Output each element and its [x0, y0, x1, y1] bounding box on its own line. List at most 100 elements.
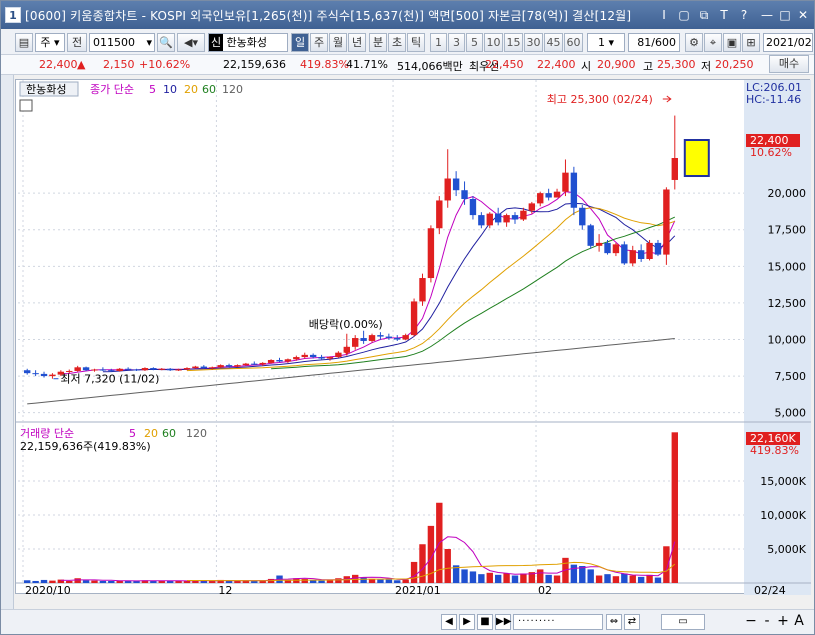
left-tool-strip[interactable]: [1, 75, 14, 620]
candle-body: [82, 367, 90, 371]
volume-bar: [520, 573, 527, 583]
help-icon[interactable]: ?: [736, 7, 752, 23]
volume-bar: [486, 572, 493, 583]
zoom-out-icon[interactable]: −: [743, 614, 759, 630]
interval-60[interactable]: 60: [564, 33, 583, 52]
volume-bar: [637, 576, 645, 583]
volume-bar: [40, 579, 48, 583]
interval-3[interactable]: 3: [448, 33, 465, 52]
period-week[interactable]: 주: [310, 33, 328, 52]
page-counter[interactable]: 81/600: [628, 33, 680, 52]
price-tick-label: 7,500: [775, 370, 807, 383]
date-input[interactable]: 2021/02/: [763, 33, 813, 52]
scroll-bar[interactable]: ▭: [661, 614, 705, 630]
best-ask: 22,450: [485, 58, 524, 71]
interval-15[interactable]: 15: [504, 33, 523, 52]
volume-bar: [646, 574, 653, 583]
chart-settings-icon[interactable]: ⚙: [685, 33, 703, 52]
minus-icon[interactable]: -: [759, 614, 775, 630]
stop-icon[interactable]: ■: [477, 614, 493, 630]
candle-body: [520, 210, 527, 220]
volume-bar: [595, 575, 603, 583]
zoom-fit-icon[interactable]: ⇔: [606, 614, 622, 630]
next-page-icon[interactable]: ▶▶: [495, 614, 511, 630]
chart-canvas[interactable]: 20,000 17,500 15,000 12,500 10,000 7,500 5,000…: [16, 80, 811, 595]
title-bar[interactable]: 1 [0600] 키움종합차트 - KOSPI 외국인보유[1,265(천)] …: [1, 1, 814, 29]
interval-10[interactable]: 10: [484, 33, 503, 52]
candle-body: [360, 338, 367, 341]
interval-5[interactable]: 5: [466, 33, 483, 52]
volume-ma-legend-5: 5: [129, 427, 136, 440]
period-minute[interactable]: 분: [369, 33, 387, 52]
close-icon[interactable]: ✕: [795, 7, 811, 23]
prev-page-icon[interactable]: ◀: [441, 614, 457, 630]
current-price: 22,400: [39, 58, 78, 71]
zoom-range-icon[interactable]: ⇄: [624, 614, 640, 630]
x-end-label: 02/24: [754, 584, 786, 595]
volume-bar: [360, 577, 367, 583]
volume-bar: [663, 546, 670, 583]
interval-select[interactable]: 1 ▾: [587, 33, 625, 52]
price-tick-label: 12,500: [768, 297, 807, 310]
zoom-in-icon[interactable]: +: [775, 614, 791, 630]
minimize-icon[interactable]: —: [759, 7, 775, 23]
volume-bar: [402, 579, 409, 583]
layout-icon[interactable]: ▤: [15, 33, 33, 52]
volume-bar: [587, 569, 594, 583]
candle-body: [537, 193, 544, 204]
candle-body: [209, 367, 216, 369]
volume-bar: [32, 580, 39, 583]
price-tick-label: 15,000: [768, 260, 807, 273]
grid-icon[interactable]: ⊞: [742, 33, 760, 52]
ma-legend-60: 60: [202, 83, 216, 96]
zoom-a-icon[interactable]: A: [791, 614, 807, 630]
volume-bar: [385, 579, 393, 583]
search-icon[interactable]: 🔍: [157, 33, 175, 52]
period-day[interactable]: 일: [291, 33, 309, 52]
candle-body: [663, 189, 670, 255]
bottom-bar: ◀ ▶ ■ ▶▶ ········· ⇔ ⇄ ▭ − - + A: [1, 609, 814, 634]
period-second[interactable]: 초: [388, 33, 406, 52]
scroll-slider[interactable]: ·········: [513, 614, 603, 630]
candle-body: [452, 178, 460, 191]
text-icon[interactable]: T: [716, 7, 732, 23]
crosshair-icon[interactable]: ⌖: [704, 33, 722, 52]
market-select[interactable]: 주 ▾: [35, 33, 65, 52]
candle-body: [276, 359, 283, 362]
restore-icon[interactable]: ⧉: [696, 7, 712, 23]
stock-badge: 신: [209, 34, 223, 51]
interval-1[interactable]: 1: [430, 33, 447, 52]
low-label: 저: [701, 60, 712, 73]
main-toolbar: ▤ 주 ▾ 전 011500 ▾ 🔍 ◀▾ 신 한농화성 일 주 월 년 분 초 …: [1, 30, 814, 55]
candle-body: [671, 158, 678, 180]
candle-body: [293, 357, 300, 360]
period-month[interactable]: 월: [329, 33, 347, 52]
candle-body: [141, 368, 149, 371]
maximize-icon[interactable]: □: [777, 7, 793, 23]
period-tick[interactable]: 틱: [407, 33, 425, 52]
candle-body: [318, 357, 325, 359]
stock-name-field[interactable]: 신 한농화성: [208, 33, 288, 52]
play-icon[interactable]: ▶: [459, 614, 475, 630]
period-year[interactable]: 년: [348, 33, 366, 52]
turnover-pct: 41.71%: [346, 58, 388, 71]
candle-body: [108, 370, 115, 372]
candle-body: [528, 203, 536, 211]
sound-icon[interactable]: ◀▾: [177, 33, 205, 52]
info-icon[interactable]: I: [656, 7, 672, 23]
x-tick-label: 12: [218, 584, 232, 595]
x-tick-label: 2020/10: [25, 584, 71, 595]
interval-45[interactable]: 45: [544, 33, 563, 52]
prev-button[interactable]: 전: [67, 33, 87, 52]
frame-icon[interactable]: ▢: [676, 7, 692, 23]
code-input[interactable]: 011500 ▾: [89, 33, 155, 52]
candle-body: [402, 335, 409, 340]
interval-30[interactable]: 30: [524, 33, 543, 52]
volume-bar: [74, 578, 81, 583]
save-icon[interactable]: ▣: [723, 33, 741, 52]
buy-button[interactable]: 매수: [769, 55, 809, 73]
volume-bar: [49, 580, 56, 583]
volume-bar: [654, 577, 662, 583]
candle-body: [494, 213, 502, 223]
chart-panel[interactable]: 20,000 17,500 15,000 12,500 10,000 7,500 5,000…: [15, 79, 811, 595]
